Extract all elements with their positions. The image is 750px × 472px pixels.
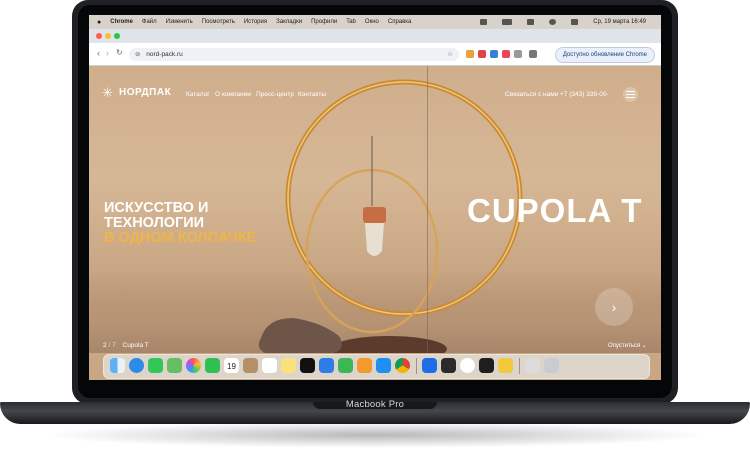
laptop-shadow	[40, 422, 710, 448]
forward-icon[interactable]: ›	[106, 48, 109, 58]
browser-toolbar: ‹ › ↻ ⊜ nord-pack.ru ☆ Доступно обновлен…	[89, 43, 661, 66]
hamburger-icon	[626, 91, 635, 92]
menu-bookmarks[interactable]: Закладки	[276, 19, 302, 25]
messages-icon[interactable]	[148, 358, 163, 373]
calendar-day: 19	[227, 362, 236, 371]
address-bar[interactable]: ⊜ nord-pack.ru ☆	[129, 48, 459, 61]
xcode-icon[interactable]	[422, 358, 437, 373]
maximize-window-button[interactable]	[114, 33, 120, 39]
minimize-window-button[interactable]	[105, 33, 111, 39]
contact-us-link[interactable]: Связаться с нами	[505, 91, 558, 98]
pages-icon[interactable]	[357, 358, 372, 373]
site-info-icon[interactable]: ⊜	[135, 51, 140, 58]
safari-icon[interactable]	[129, 358, 144, 373]
menu-chrome[interactable]: Chrome	[110, 19, 133, 25]
pager-current: 2	[103, 342, 107, 349]
apple-icon[interactable]: ●	[97, 19, 101, 26]
phone-link[interactable]: +7 (343) 339-00-	[560, 91, 609, 98]
browser-tabstrip	[89, 29, 661, 43]
menu-history[interactable]: История	[244, 19, 267, 25]
menu-file[interactable]: Файл	[142, 19, 157, 25]
trash-icon[interactable]	[544, 358, 559, 373]
extension-icon[interactable]	[514, 50, 522, 58]
chevron-right-icon: ›	[611, 299, 617, 315]
app-icon[interactable]	[441, 358, 456, 373]
control-center-icon[interactable]	[571, 19, 579, 25]
dock-separator	[519, 358, 520, 374]
search-icon[interactable]	[549, 19, 557, 25]
status-icon[interactable]	[480, 19, 488, 25]
contacts-icon[interactable]	[243, 358, 258, 373]
facetime-icon[interactable]	[205, 358, 220, 373]
chrome-update-button[interactable]: Доступно обновление Chrome	[554, 47, 655, 63]
extensions-puzzle-icon[interactable]	[529, 50, 537, 58]
nav-catalog[interactable]: Каталог	[186, 91, 210, 98]
keynote-icon[interactable]	[319, 358, 334, 373]
menu-window[interactable]: Окно	[365, 19, 379, 25]
headline-gold: В ОДНОМ КОЛПАЧКЕ	[104, 230, 257, 246]
maps-icon[interactable]	[167, 358, 182, 373]
model-label: Macbook Pro	[345, 399, 405, 410]
reminders-icon[interactable]	[262, 358, 277, 373]
dock-separator	[416, 358, 417, 374]
photos-icon[interactable]	[186, 358, 201, 373]
pager-label: Cupola T	[122, 342, 149, 349]
pager-total: 7	[112, 342, 116, 349]
product-name: CUPOLA T	[467, 192, 643, 229]
close-window-button[interactable]	[96, 33, 102, 39]
back-icon[interactable]: ‹	[97, 48, 100, 58]
menubar-status-area: Ср, 19 марта 16:49	[480, 15, 655, 29]
app-icon-2[interactable]	[498, 358, 513, 373]
hero-headline: ИСКУССТВО И ТЕХНОЛОГИИ В ОДНОМ КОЛПАЧКЕ	[104, 201, 284, 246]
hero-divider	[427, 66, 428, 353]
extension-icon[interactable]	[466, 50, 474, 58]
nav-contacts[interactable]: Контакты	[298, 91, 326, 98]
menu-view[interactable]: Посмотреть	[202, 19, 235, 25]
apple-tv-icon[interactable]	[300, 358, 315, 373]
preview-icon[interactable]	[525, 358, 540, 373]
menu-tab[interactable]: Tab	[346, 19, 356, 25]
menu-profiles[interactable]: Профили	[311, 19, 337, 25]
pager-separator: /	[108, 342, 111, 349]
extension-icon[interactable]	[478, 50, 486, 58]
numbers-icon[interactable]	[338, 358, 353, 373]
finder-icon[interactable]	[110, 358, 125, 373]
bookmark-star-icon[interactable]: ☆	[447, 48, 453, 61]
site-logo[interactable]: НОРДПАК	[119, 87, 171, 98]
next-slide-button[interactable]: ›	[595, 288, 633, 326]
menu-help[interactable]: Справка	[388, 19, 412, 25]
extension-icon[interactable]	[490, 50, 498, 58]
cap-top	[363, 207, 386, 223]
figma-icon[interactable]	[479, 358, 494, 373]
yandex-browser-icon[interactable]	[460, 358, 475, 373]
logo-icon[interactable]: ✳	[102, 85, 113, 101]
stone	[258, 318, 342, 353]
chrome-icon[interactable]	[395, 358, 410, 373]
screen: ● Chrome Файл Изменить Посмотреть Истори…	[89, 15, 661, 380]
nav-about[interactable]: О компании	[215, 91, 251, 98]
reload-icon[interactable]: ↻	[116, 48, 123, 57]
slide-pager: 2 / 7 Cupola T	[103, 342, 149, 349]
app-store-icon[interactable]	[376, 358, 391, 373]
headline-white: ИСКУССТВО И ТЕХНОЛОГИИ	[104, 200, 209, 231]
calendar-icon[interactable]: 19	[224, 358, 239, 373]
menu-burger-button[interactable]	[623, 87, 638, 102]
battery-icon[interactable]	[502, 19, 513, 25]
mac-menubar: ● Chrome Файл Изменить Посмотреть Истори…	[89, 15, 661, 29]
mac-dock: 19	[103, 354, 650, 379]
pedestal	[331, 336, 447, 353]
menu-edit[interactable]: Изменить	[166, 19, 193, 25]
scroll-down-link[interactable]: Опуститься ⌄	[608, 342, 647, 349]
extension-icon[interactable]	[502, 50, 510, 58]
cap-body	[365, 223, 384, 256]
website-hero: ✳ НОРДПАК Каталог О компании Пресс-центр…	[89, 66, 661, 353]
address-url: nord-pack.ru	[146, 51, 183, 58]
menubar-clock[interactable]: Ср, 19 марта 16:49	[593, 19, 646, 25]
nav-press[interactable]: Пресс-центр	[256, 91, 294, 98]
wifi-icon[interactable]	[527, 19, 535, 25]
notes-icon[interactable]	[281, 358, 296, 373]
